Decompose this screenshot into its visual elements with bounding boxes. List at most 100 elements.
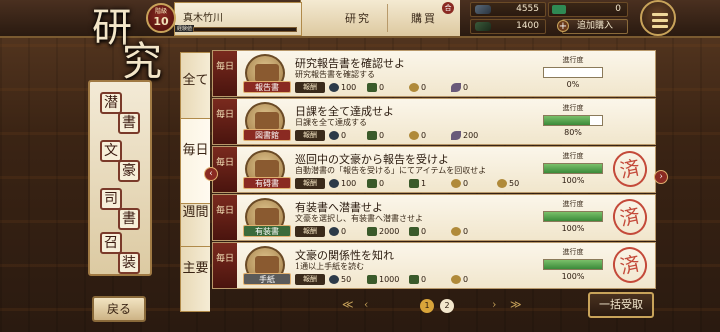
premium-value: 0 [615, 4, 621, 14]
progress-label: 進行度 [562, 200, 584, 208]
premium-box: 0 [548, 2, 628, 17]
reward-ink: 100 [329, 82, 356, 93]
progress-fill [544, 164, 602, 173]
book-icon [367, 227, 377, 236]
book-icon [367, 83, 377, 92]
player-name-panel[interactable]: 真木竹川 経験値 [174, 2, 302, 36]
mission-thumbnail-label: 有装書 [243, 225, 291, 237]
reward-label: 報酬 [295, 130, 325, 141]
progress-bar [543, 259, 603, 270]
next-page-icon[interactable]: › [492, 298, 496, 311]
progress-value: 100% [561, 224, 585, 233]
tab-purchase[interactable]: 購買 [411, 10, 437, 26]
progress-fill [544, 260, 602, 269]
mission-description: 自動潜書の「報告を受ける」にてアイテムを回収せよ [295, 166, 487, 175]
player-name: 真木竹川 [183, 13, 223, 24]
mission-row[interactable]: 毎日 手紙 文豪の関係性を知れ 1通以上手紙を読む 報酬 50 1000 0 0… [212, 242, 656, 289]
sidebar-item-char: 豪 [118, 160, 140, 182]
pager: ≪ ‹ 1 2 › ≫ [342, 298, 532, 314]
sidebar-item-char: 司 [100, 188, 122, 210]
mission-row[interactable]: 毎日 有装書 有装書へ潜書せよ 文豪を選択し、有装書へ潜書させよ 報酬 0 20… [212, 194, 656, 241]
level-badge: 階級 10 [146, 3, 176, 33]
purchase-badge: 合 [442, 2, 454, 14]
sidebar-item-char: 装 [118, 252, 140, 274]
reward-book-value: 2000 [379, 227, 400, 236]
reward-coin: 0 [409, 82, 426, 93]
reward-gold-value: 50 [509, 179, 520, 188]
reward-quill: 0 [451, 226, 468, 237]
reward-gold: 50 [497, 178, 519, 189]
progress-bar [543, 115, 603, 126]
book-icon [409, 179, 419, 188]
reward-book-value: 0 [379, 83, 385, 92]
resource-row-1: 4555 [470, 2, 546, 17]
ink-resource-icon [475, 5, 491, 14]
progress-fill [544, 116, 591, 125]
quill-icon [451, 131, 461, 140]
quill-icon [451, 83, 461, 92]
reward-ink: 50 [329, 274, 351, 285]
tab-main[interactable]: 主要 [180, 246, 210, 312]
reward-ink-value: 100 [341, 179, 357, 188]
book-resource-icon [475, 22, 491, 31]
completed-stamp-icon: 済 [609, 147, 651, 191]
open-book-icon [255, 160, 279, 178]
progress-box: 進行度 100% [543, 199, 603, 233]
tab-daily[interactable]: 毎日 [180, 118, 210, 204]
reward-coin: 0 [409, 226, 426, 237]
reward-quill-value: 0 [463, 227, 469, 236]
resources: 4555 1400 [470, 0, 546, 36]
mission-list: 毎日 報告書 研究報告書を確認せよ 研究報告書を確認する 報酬 100 0 0 … [212, 50, 656, 290]
sidebar-item-shoso[interactable]: 召 装 [100, 232, 142, 278]
add-purchase-button[interactable]: + 追加購入 [557, 19, 628, 34]
last-page-icon[interactable]: ≫ [510, 298, 522, 311]
reward-coin-value: 0 [421, 83, 427, 92]
menu-button[interactable] [640, 0, 676, 36]
xp-bar [193, 27, 297, 32]
completed-stamp-icon: 済 [609, 195, 651, 239]
back-button[interactable]: 戻る [92, 296, 146, 322]
mission-category-badge: 毎日 [213, 51, 237, 96]
reward-quill: 0 [451, 274, 468, 285]
reward-book-value: 1000 [379, 275, 400, 284]
prev-page-icon[interactable]: ‹ [364, 298, 368, 311]
mission-category-badge: 毎日 [213, 243, 237, 288]
page-1-button[interactable]: 1 [420, 299, 434, 313]
reward-label: 報酬 [295, 274, 325, 285]
section-title-char-2: 究 [122, 39, 162, 85]
sidebar-item-char: 潜 [100, 92, 122, 114]
reward-quill: 0 [451, 82, 468, 93]
progress-value: 80% [564, 128, 582, 137]
sidebar-item-bungo[interactable]: 文 豪 [100, 140, 142, 186]
reward-ink: 0 [329, 226, 346, 237]
book-icon [367, 131, 377, 140]
scroll-right-arrow-icon[interactable]: › [654, 170, 668, 184]
reward-book: 0 [367, 130, 384, 141]
reward-book-value: 0 [379, 179, 385, 188]
reward-book: 1000 [367, 274, 399, 285]
progress-value: 100% [561, 176, 585, 185]
ink-bottle-icon [329, 275, 339, 284]
green-book-icon [255, 208, 279, 226]
progress-label: 進行度 [562, 104, 584, 112]
sidebar-item-shisho[interactable]: 司 書 [100, 188, 142, 234]
claim-all-button[interactable]: 一括受取 [588, 292, 654, 318]
resource-1-value: 4555 [516, 4, 539, 14]
progress-bar [543, 211, 603, 222]
scroll-left-arrow-icon[interactable]: ‹ [204, 167, 218, 181]
gold-coin-icon [497, 179, 507, 188]
mission-row[interactable]: 毎日 有碍書 巡回中の文豪から報告を受けよ 自動潜書の「報告を受ける」にてアイテ… [212, 146, 656, 193]
mission-thumbnail-label: 手紙 [243, 273, 291, 285]
page-2-button[interactable]: 2 [440, 299, 454, 313]
ink-bottle-icon [329, 179, 339, 188]
first-page-icon[interactable]: ≪ [342, 298, 354, 311]
reward-book: 0 [367, 82, 384, 93]
sidebar-item-char: 召 [100, 232, 122, 254]
mission-row[interactable]: 毎日 報告書 研究報告書を確認せよ 研究報告書を確認する 報酬 100 0 0 … [212, 50, 656, 97]
mission-row[interactable]: 毎日 図書館 日課を全て達成せよ 日課を全て達成する 報酬 0 0 0 200 … [212, 98, 656, 145]
level-value: 10 [153, 15, 169, 28]
tab-research[interactable]: 研究 [345, 10, 371, 26]
sidebar-item-sensho[interactable]: 潜 書 [100, 92, 142, 138]
research-screen: 研 究 階級 10 真木竹川 経験値 研究 購買 合 4555 1400 0 + [0, 0, 720, 332]
progress-bar [543, 67, 603, 78]
